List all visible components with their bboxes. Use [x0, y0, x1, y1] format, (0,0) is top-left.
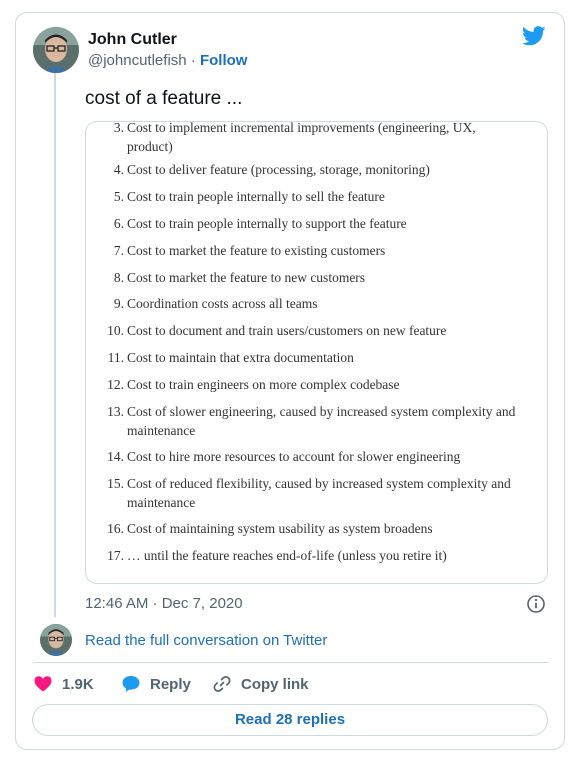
tweet-text: cost of a feature ...: [85, 88, 243, 109]
copy-link-label: Copy link: [241, 675, 309, 693]
list-item-text: Coordination costs across all teams: [127, 296, 318, 311]
list-item-text: Cost to market the feature to existing c…: [127, 243, 386, 258]
speech-bubble-icon: [122, 676, 140, 692]
list-item-text: Cost of slower engineering, caused by in…: [127, 404, 516, 438]
list-item-text: Cost to train people internally to sell …: [127, 189, 385, 204]
list-item-number: 9.: [113, 296, 124, 311]
tweet-image[interactable]: 3. Cost to implement incremental improvem…: [85, 121, 548, 584]
tweet-timestamp[interactable]: 12:46 AM · Dec 7, 2020: [85, 595, 243, 612]
list-item-text: Cost to market the feature to new custom…: [127, 270, 366, 285]
list-item-number: 14.: [107, 449, 124, 464]
follow-button[interactable]: Follow: [200, 52, 248, 69]
list-item-number: 11.: [107, 350, 124, 365]
list-item-number: 15.: [107, 476, 124, 491]
like-button[interactable]: 1.9K: [33, 674, 94, 694]
action-bar: 1.9K Reply Copy link: [33, 674, 533, 696]
list-item-text: Cost to train engineers on more complex …: [127, 377, 400, 392]
list-item-text: Cost to deliver feature (processing, sto…: [127, 162, 430, 177]
list-item-number: 5.: [113, 189, 124, 204]
list-item-number: 6.: [113, 216, 124, 231]
list-item-text: Cost to document and train users/custome…: [127, 323, 447, 338]
author-handle-row: @johncutlefish · Follow: [88, 52, 247, 69]
list-item-number: 12.: [107, 377, 124, 392]
reply-label: Reply: [150, 675, 191, 693]
copy-link-button[interactable]: Copy link: [212, 674, 309, 694]
read-replies-button[interactable]: Read 28 replies: [32, 704, 548, 736]
author-name[interactable]: John Cutler: [88, 31, 177, 49]
read-conversation-link[interactable]: Read the full conversation on Twitter: [85, 632, 327, 649]
list-item-number: 10.: [107, 323, 124, 338]
conversation-avatar[interactable]: [40, 624, 72, 656]
list-item-text: Cost to maintain that extra documentatio…: [127, 350, 354, 365]
list-item-number: 13.: [107, 404, 124, 419]
list-item-text: … until the feature reaches end-of-life …: [127, 548, 447, 563]
link-icon: [213, 676, 231, 692]
list-item-number: 17.: [107, 548, 124, 563]
heart-icon: [34, 676, 52, 692]
list-item-number: 16.: [107, 521, 124, 536]
reply-button[interactable]: Reply: [121, 674, 191, 694]
thread-line: [54, 72, 56, 617]
handle-separator: ·: [190, 52, 196, 69]
list-item-text: Cost to implement incremental improvemen…: [127, 121, 476, 154]
like-count: 1.9K: [62, 675, 94, 693]
list-item-text: Cost to hire more resources to account f…: [127, 449, 461, 464]
list-item-number: 4.: [113, 162, 124, 177]
list-item-text: Cost of reduced flexibility, caused by i…: [127, 476, 511, 510]
divider: [33, 662, 548, 663]
list-item-text: Cost of maintaining system usability as …: [127, 521, 433, 536]
list-item-number: 7.: [113, 243, 124, 258]
author-handle[interactable]: @johncutlefish: [88, 52, 187, 69]
info-icon[interactable]: [526, 594, 546, 614]
twitter-bird-icon[interactable]: [522, 26, 546, 46]
list-item-number: 3.: [113, 121, 124, 135]
author-avatar[interactable]: [33, 27, 79, 73]
list-item-number: 8.: [113, 270, 124, 285]
list-item-text: Cost to train people internally to suppo…: [127, 216, 407, 231]
